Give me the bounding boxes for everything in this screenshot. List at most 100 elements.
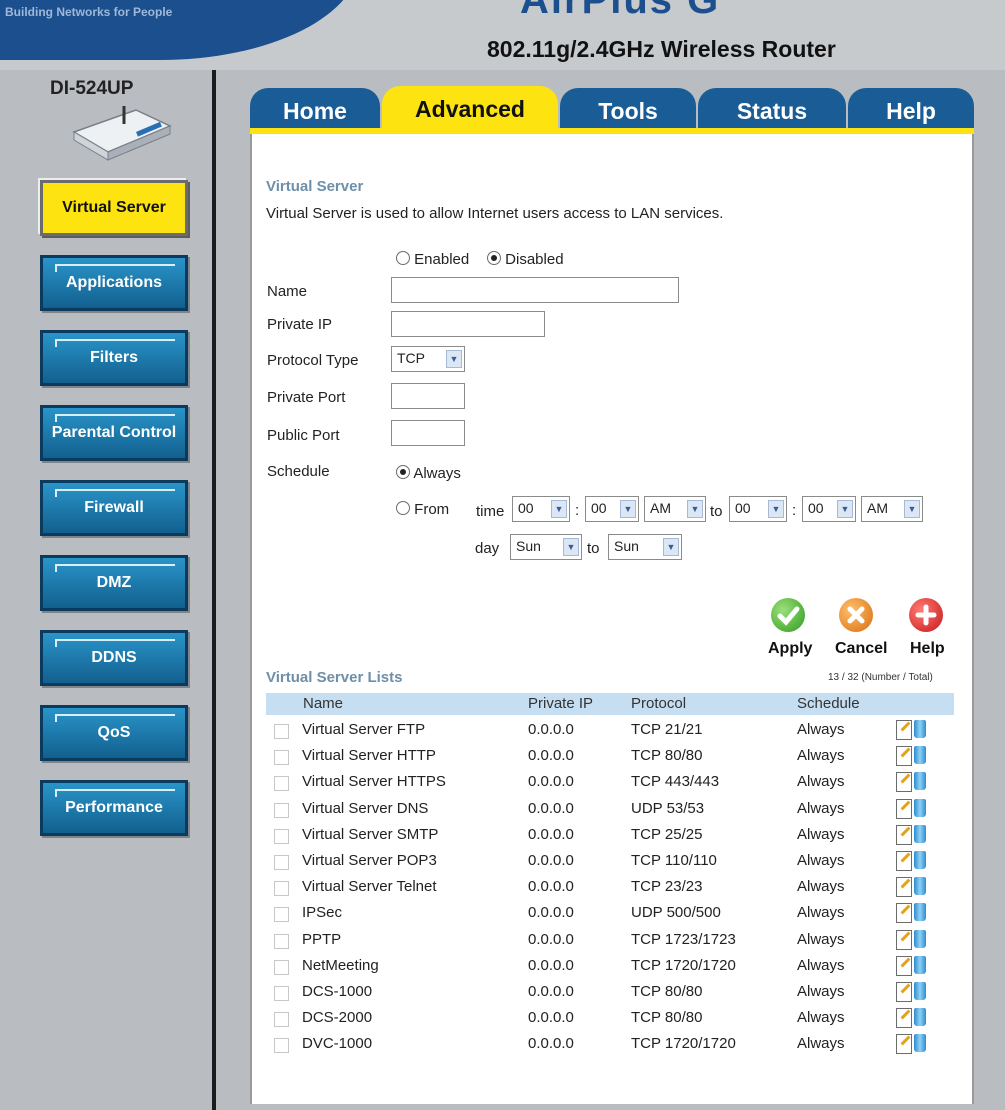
chevron-down-icon: ▼: [663, 538, 679, 556]
edit-icon[interactable]: [896, 798, 912, 819]
trash-icon[interactable]: [914, 1034, 926, 1053]
enabled-option[interactable]: Enabled: [396, 251, 469, 268]
list-title: Virtual Server Lists: [266, 669, 403, 686]
tab-tools[interactable]: Tools: [560, 88, 696, 128]
start-hour-select[interactable]: 00 ▼: [512, 496, 570, 522]
name-input[interactable]: [391, 277, 679, 303]
enabled-radio[interactable]: [396, 251, 410, 265]
edit-icon[interactable]: [896, 772, 912, 793]
sidebar-item-dmz[interactable]: DMZ: [40, 555, 188, 611]
tab-advanced[interactable]: Advanced: [382, 86, 558, 130]
edit-icon[interactable]: [896, 982, 912, 1002]
chevron-down-icon: ▼: [768, 500, 784, 518]
disabled-radio[interactable]: [487, 251, 501, 265]
row-checkbox[interactable]: [274, 828, 289, 844]
start-ampm-select[interactable]: AM ▼: [644, 496, 706, 522]
end-hour-select[interactable]: 00 ▼: [729, 496, 787, 522]
public-port-input[interactable]: [391, 420, 465, 446]
sidebar-item-applications[interactable]: Applications: [40, 255, 188, 311]
tab-status[interactable]: Status: [698, 88, 846, 128]
apply-button[interactable]: Apply: [768, 640, 812, 658]
cell-protocol: TCP 1720/1720: [631, 1035, 736, 1053]
trash-icon[interactable]: [914, 772, 926, 791]
edit-icon[interactable]: [896, 851, 912, 871]
trash-icon[interactable]: [914, 877, 926, 896]
time-label: time: [476, 503, 505, 520]
help-button[interactable]: Help: [910, 640, 945, 658]
edit-icon[interactable]: [896, 877, 912, 898]
row-checkbox[interactable]: [274, 933, 289, 949]
cell-name: DCS-1000: [302, 983, 373, 1000]
cancel-button[interactable]: Cancel: [835, 640, 887, 658]
sidebar-item-virtual-server[interactable]: Virtual Server: [40, 180, 188, 236]
row-checkbox[interactable]: [274, 802, 289, 818]
cell-protocol: TCP 1723/1723: [631, 930, 736, 948]
row-checkbox[interactable]: [274, 881, 289, 897]
trash-icon[interactable]: [914, 929, 926, 948]
end-day-select[interactable]: Sun ▼: [608, 534, 682, 560]
end-minute-select[interactable]: 00 ▼: [802, 496, 856, 522]
tab-help[interactable]: Help: [848, 88, 974, 128]
edit-icon[interactable]: [896, 955, 912, 976]
edit-icon[interactable]: [896, 929, 912, 950]
sidebar-item-ddns[interactable]: DDNS: [40, 630, 188, 686]
private-port-input[interactable]: [391, 383, 465, 409]
x-mark-icon: [847, 606, 865, 624]
protocol-select[interactable]: TCP ▼: [391, 346, 465, 372]
trash-icon[interactable]: [914, 798, 926, 817]
protocol-value: TCP: [397, 350, 425, 366]
trash-icon[interactable]: [914, 903, 926, 922]
edit-icon[interactable]: [896, 746, 912, 767]
trash-icon[interactable]: [914, 746, 926, 765]
tab-home[interactable]: Home: [250, 88, 380, 128]
from-radio[interactable]: [396, 501, 410, 515]
sidebar-item-performance[interactable]: Performance: [40, 780, 188, 836]
trash-icon[interactable]: [914, 720, 926, 738]
private-ip-input[interactable]: [391, 311, 545, 337]
row-checkbox[interactable]: [274, 776, 289, 792]
edit-icon[interactable]: [896, 720, 912, 740]
header-banner: Building Networks for People AirPlus G 8…: [0, 0, 1005, 70]
sidebar-item-label: Firewall: [84, 499, 144, 516]
trash-icon[interactable]: [914, 824, 926, 843]
row-checkbox[interactable]: [274, 907, 289, 923]
start-day-select[interactable]: Sun ▼: [510, 534, 582, 560]
sidebar-item-firewall[interactable]: Firewall: [40, 480, 188, 536]
start-minute-select[interactable]: 00 ▼: [585, 496, 639, 522]
always-radio[interactable]: [396, 465, 410, 479]
trash-icon[interactable]: [914, 955, 926, 974]
row-checkbox[interactable]: [274, 750, 289, 766]
row-checkbox[interactable]: [274, 986, 289, 1001]
row-checkbox[interactable]: [274, 855, 289, 870]
help-icon[interactable]: [909, 598, 943, 632]
sidebar-item-qos[interactable]: QoS: [40, 705, 188, 761]
edit-icon[interactable]: [896, 903, 912, 924]
sidebar-item-parental-control[interactable]: Parental Control: [40, 405, 188, 461]
from-option[interactable]: From: [396, 501, 449, 518]
cell-name: Virtual Server POP3: [302, 852, 437, 869]
cell-private-ip: 0.0.0.0: [528, 825, 574, 843]
cell-name: IPSec: [302, 904, 343, 922]
disabled-option[interactable]: Disabled: [487, 251, 564, 268]
name-label: Name: [267, 283, 308, 300]
section-title: Virtual Server: [266, 178, 364, 195]
always-option[interactable]: Always: [396, 465, 461, 482]
cell-name: NetMeeting: [302, 956, 379, 974]
trash-icon[interactable]: [914, 1008, 926, 1027]
sidebar-item-filters[interactable]: Filters: [40, 330, 188, 386]
row-checkbox[interactable]: [274, 1012, 289, 1028]
edit-icon[interactable]: [896, 824, 912, 845]
cancel-icon[interactable]: [839, 598, 873, 632]
edit-icon[interactable]: [896, 1034, 912, 1055]
apply-icon[interactable]: [771, 598, 805, 632]
row-checkbox[interactable]: [274, 959, 289, 975]
cell-private-ip: 0.0.0.0: [528, 747, 574, 765]
trash-icon[interactable]: [914, 851, 926, 869]
row-checkbox[interactable]: [274, 1038, 289, 1054]
cell-schedule: Always: [797, 1009, 845, 1027]
edit-icon[interactable]: [896, 1008, 912, 1029]
end-ampm-select[interactable]: AM ▼: [861, 496, 923, 522]
row-checkbox[interactable]: [274, 724, 289, 739]
cell-name: Virtual Server FTP: [302, 721, 426, 738]
trash-icon[interactable]: [914, 982, 926, 1000]
